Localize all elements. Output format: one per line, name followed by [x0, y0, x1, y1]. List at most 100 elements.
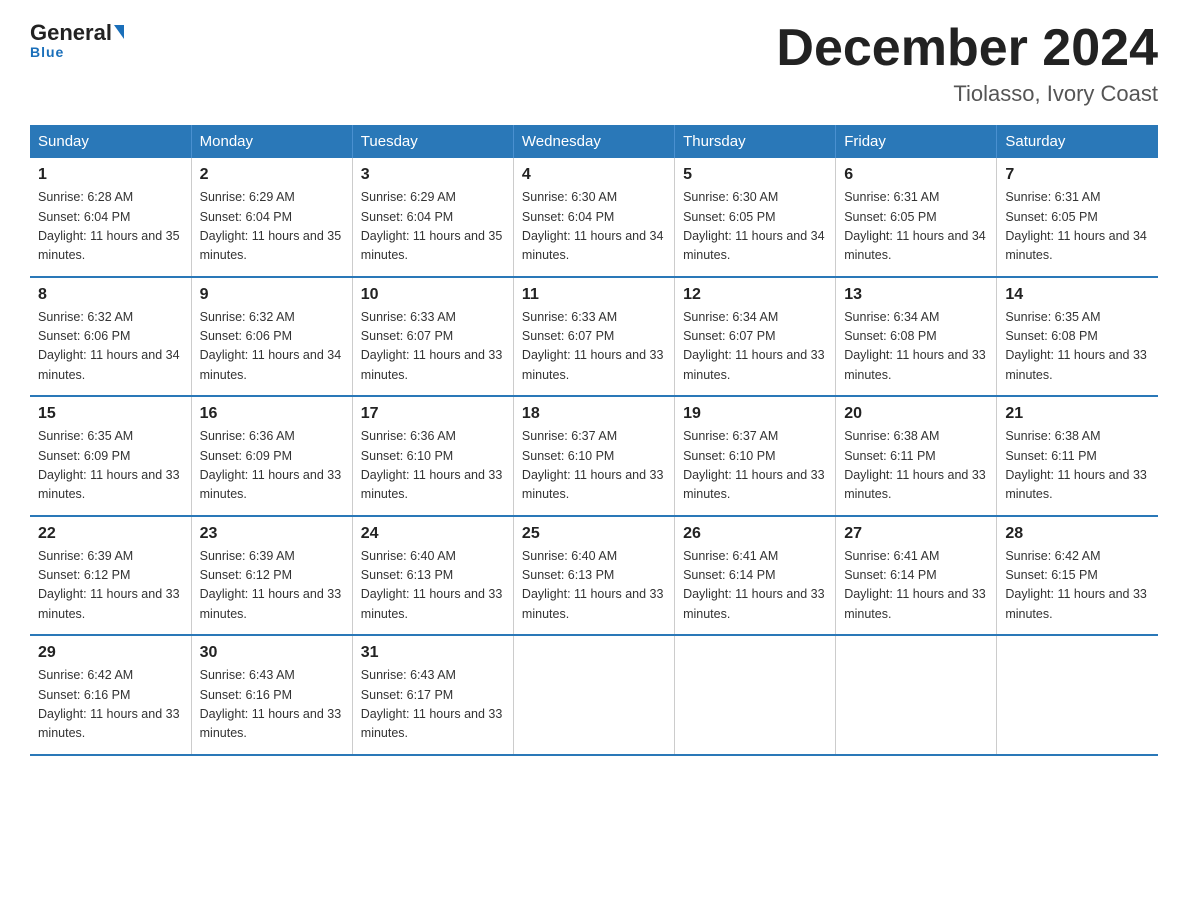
weekday-header-row: SundayMondayTuesdayWednesdayThursdayFrid… — [30, 125, 1158, 158]
day-number: 27 — [844, 525, 988, 543]
day-info: Sunrise: 6:30 AMSunset: 6:04 PMDaylight:… — [522, 188, 666, 266]
day-info: Sunrise: 6:29 AMSunset: 6:04 PMDaylight:… — [200, 188, 344, 266]
day-info: Sunrise: 6:33 AMSunset: 6:07 PMDaylight:… — [522, 308, 666, 386]
calendar-cell: 7 Sunrise: 6:31 AMSunset: 6:05 PMDayligh… — [997, 158, 1158, 277]
day-number: 21 — [1005, 405, 1150, 423]
calendar-cell — [997, 635, 1158, 755]
calendar-cell: 31 Sunrise: 6:43 AMSunset: 6:17 PMDaylig… — [352, 635, 513, 755]
calendar-cell: 14 Sunrise: 6:35 AMSunset: 6:08 PMDaylig… — [997, 277, 1158, 397]
calendar-cell: 11 Sunrise: 6:33 AMSunset: 6:07 PMDaylig… — [513, 277, 674, 397]
day-info: Sunrise: 6:35 AMSunset: 6:09 PMDaylight:… — [38, 427, 183, 505]
logo-triangle-icon — [114, 25, 124, 39]
day-info: Sunrise: 6:32 AMSunset: 6:06 PMDaylight:… — [38, 308, 183, 386]
day-number: 5 — [683, 166, 827, 184]
calendar-week-row: 29 Sunrise: 6:42 AMSunset: 6:16 PMDaylig… — [30, 635, 1158, 755]
day-info: Sunrise: 6:39 AMSunset: 6:12 PMDaylight:… — [38, 547, 183, 625]
calendar-table: SundayMondayTuesdayWednesdayThursdayFrid… — [30, 125, 1158, 756]
weekday-header-friday: Friday — [836, 125, 997, 158]
weekday-header-monday: Monday — [191, 125, 352, 158]
day-number: 28 — [1005, 525, 1150, 543]
day-info: Sunrise: 6:39 AMSunset: 6:12 PMDaylight:… — [200, 547, 344, 625]
day-info: Sunrise: 6:29 AMSunset: 6:04 PMDaylight:… — [361, 188, 505, 266]
day-number: 4 — [522, 166, 666, 184]
day-number: 26 — [683, 525, 827, 543]
day-info: Sunrise: 6:33 AMSunset: 6:07 PMDaylight:… — [361, 308, 505, 386]
day-number: 30 — [200, 644, 344, 662]
weekday-header-sunday: Sunday — [30, 125, 191, 158]
calendar-cell — [836, 635, 997, 755]
day-info: Sunrise: 6:38 AMSunset: 6:11 PMDaylight:… — [1005, 427, 1150, 505]
day-number: 12 — [683, 286, 827, 304]
day-info: Sunrise: 6:31 AMSunset: 6:05 PMDaylight:… — [844, 188, 988, 266]
calendar-cell: 8 Sunrise: 6:32 AMSunset: 6:06 PMDayligh… — [30, 277, 191, 397]
weekday-header-saturday: Saturday — [997, 125, 1158, 158]
calendar-cell: 12 Sunrise: 6:34 AMSunset: 6:07 PMDaylig… — [675, 277, 836, 397]
calendar-cell: 17 Sunrise: 6:36 AMSunset: 6:10 PMDaylig… — [352, 396, 513, 516]
day-number: 13 — [844, 286, 988, 304]
day-info: Sunrise: 6:42 AMSunset: 6:15 PMDaylight:… — [1005, 547, 1150, 625]
calendar-cell: 18 Sunrise: 6:37 AMSunset: 6:10 PMDaylig… — [513, 396, 674, 516]
day-info: Sunrise: 6:35 AMSunset: 6:08 PMDaylight:… — [1005, 308, 1150, 386]
logo: General Blue — [30, 20, 124, 60]
calendar-cell: 13 Sunrise: 6:34 AMSunset: 6:08 PMDaylig… — [836, 277, 997, 397]
calendar-cell: 6 Sunrise: 6:31 AMSunset: 6:05 PMDayligh… — [836, 158, 997, 277]
day-info: Sunrise: 6:43 AMSunset: 6:16 PMDaylight:… — [200, 666, 344, 744]
day-number: 11 — [522, 286, 666, 304]
day-number: 8 — [38, 286, 183, 304]
calendar-week-row: 8 Sunrise: 6:32 AMSunset: 6:06 PMDayligh… — [30, 277, 1158, 397]
calendar-cell: 24 Sunrise: 6:40 AMSunset: 6:13 PMDaylig… — [352, 516, 513, 636]
calendar-cell: 25 Sunrise: 6:40 AMSunset: 6:13 PMDaylig… — [513, 516, 674, 636]
day-info: Sunrise: 6:32 AMSunset: 6:06 PMDaylight:… — [200, 308, 344, 386]
calendar-cell: 16 Sunrise: 6:36 AMSunset: 6:09 PMDaylig… — [191, 396, 352, 516]
day-info: Sunrise: 6:36 AMSunset: 6:09 PMDaylight:… — [200, 427, 344, 505]
day-info: Sunrise: 6:40 AMSunset: 6:13 PMDaylight:… — [522, 547, 666, 625]
day-number: 1 — [38, 166, 183, 184]
calendar-cell: 3 Sunrise: 6:29 AMSunset: 6:04 PMDayligh… — [352, 158, 513, 277]
day-number: 24 — [361, 525, 505, 543]
calendar-cell: 26 Sunrise: 6:41 AMSunset: 6:14 PMDaylig… — [675, 516, 836, 636]
calendar-cell: 19 Sunrise: 6:37 AMSunset: 6:10 PMDaylig… — [675, 396, 836, 516]
day-number: 29 — [38, 644, 183, 662]
day-number: 7 — [1005, 166, 1150, 184]
weekday-header-tuesday: Tuesday — [352, 125, 513, 158]
day-info: Sunrise: 6:34 AMSunset: 6:07 PMDaylight:… — [683, 308, 827, 386]
day-info: Sunrise: 6:36 AMSunset: 6:10 PMDaylight:… — [361, 427, 505, 505]
day-number: 18 — [522, 405, 666, 423]
calendar-cell: 30 Sunrise: 6:43 AMSunset: 6:16 PMDaylig… — [191, 635, 352, 755]
day-info: Sunrise: 6:38 AMSunset: 6:11 PMDaylight:… — [844, 427, 988, 505]
day-number: 15 — [38, 405, 183, 423]
day-info: Sunrise: 6:28 AMSunset: 6:04 PMDaylight:… — [38, 188, 183, 266]
day-number: 31 — [361, 644, 505, 662]
day-number: 25 — [522, 525, 666, 543]
calendar-cell: 23 Sunrise: 6:39 AMSunset: 6:12 PMDaylig… — [191, 516, 352, 636]
calendar-cell: 10 Sunrise: 6:33 AMSunset: 6:07 PMDaylig… — [352, 277, 513, 397]
calendar-cell: 1 Sunrise: 6:28 AMSunset: 6:04 PMDayligh… — [30, 158, 191, 277]
calendar-cell: 5 Sunrise: 6:30 AMSunset: 6:05 PMDayligh… — [675, 158, 836, 277]
calendar-cell — [675, 635, 836, 755]
day-number: 19 — [683, 405, 827, 423]
page-header: General Blue December 2024 Tiolasso, Ivo… — [30, 20, 1158, 107]
calendar-week-row: 1 Sunrise: 6:28 AMSunset: 6:04 PMDayligh… — [30, 158, 1158, 277]
day-info: Sunrise: 6:31 AMSunset: 6:05 PMDaylight:… — [1005, 188, 1150, 266]
logo-blue-text: Blue — [30, 44, 64, 60]
day-info: Sunrise: 6:40 AMSunset: 6:13 PMDaylight:… — [361, 547, 505, 625]
location-subtitle: Tiolasso, Ivory Coast — [776, 81, 1158, 107]
title-area: December 2024 Tiolasso, Ivory Coast — [776, 20, 1158, 107]
calendar-cell: 22 Sunrise: 6:39 AMSunset: 6:12 PMDaylig… — [30, 516, 191, 636]
calendar-week-row: 15 Sunrise: 6:35 AMSunset: 6:09 PMDaylig… — [30, 396, 1158, 516]
calendar-cell: 21 Sunrise: 6:38 AMSunset: 6:11 PMDaylig… — [997, 396, 1158, 516]
day-info: Sunrise: 6:34 AMSunset: 6:08 PMDaylight:… — [844, 308, 988, 386]
weekday-header-wednesday: Wednesday — [513, 125, 674, 158]
day-info: Sunrise: 6:41 AMSunset: 6:14 PMDaylight:… — [683, 547, 827, 625]
day-number: 16 — [200, 405, 344, 423]
day-number: 6 — [844, 166, 988, 184]
calendar-cell: 20 Sunrise: 6:38 AMSunset: 6:11 PMDaylig… — [836, 396, 997, 516]
calendar-cell: 9 Sunrise: 6:32 AMSunset: 6:06 PMDayligh… — [191, 277, 352, 397]
day-number: 10 — [361, 286, 505, 304]
day-number: 3 — [361, 166, 505, 184]
day-number: 17 — [361, 405, 505, 423]
day-number: 23 — [200, 525, 344, 543]
day-info: Sunrise: 6:42 AMSunset: 6:16 PMDaylight:… — [38, 666, 183, 744]
day-info: Sunrise: 6:30 AMSunset: 6:05 PMDaylight:… — [683, 188, 827, 266]
day-number: 20 — [844, 405, 988, 423]
